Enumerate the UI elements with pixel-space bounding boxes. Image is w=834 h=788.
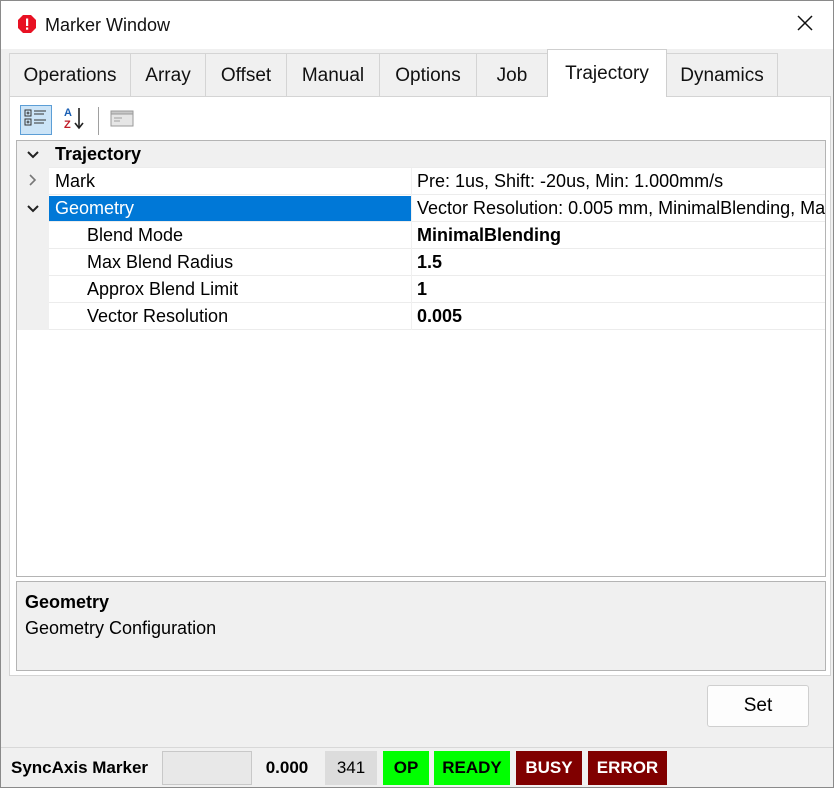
tab-strip: Operations Array Offset Manual Options J… (1, 49, 833, 97)
status-app-name: SyncAxis Marker (11, 758, 149, 777)
column-divider (411, 249, 412, 276)
property-value[interactable]: 1 (417, 276, 825, 303)
category-label: Trajectory (55, 144, 142, 164)
expand-toggle[interactable] (17, 168, 49, 195)
row-gutter (17, 303, 49, 330)
property-label: Geometry (55, 198, 135, 218)
chevron-down-icon (26, 198, 40, 219)
status-ready-badge: READY (434, 751, 510, 785)
property-value[interactable]: 0.005 (417, 303, 825, 330)
tab-operations[interactable]: Operations (9, 53, 131, 97)
trajectory-panel: A Z Trajectory Mark Pre: 1us, Shift: -20… (9, 96, 831, 676)
property-row-mark[interactable]: Mark Pre: 1us, Shift: -20us, Min: 1.000m… (17, 168, 825, 195)
row-gutter (17, 222, 49, 249)
property-row-max-blend-radius[interactable]: Max Blend Radius 1.5 (17, 249, 825, 276)
property-label: Vector Resolution (87, 306, 229, 326)
status-error-badge: ERROR (588, 751, 667, 785)
categorized-button[interactable] (20, 105, 52, 135)
property-label: Approx Blend Limit (87, 279, 239, 299)
categorized-view-icon (24, 108, 48, 133)
property-pages-icon (110, 108, 134, 133)
property-value[interactable]: MinimalBlending (417, 222, 825, 249)
row-gutter (17, 249, 49, 276)
title-bar: Marker Window (1, 1, 833, 49)
status-op-badge: OP (383, 751, 429, 785)
close-icon (796, 14, 814, 37)
tab-options[interactable]: Options (379, 53, 477, 97)
column-divider (411, 195, 412, 222)
column-divider (411, 303, 412, 330)
tab-offset[interactable]: Offset (205, 53, 287, 97)
tab-array[interactable]: Array (130, 53, 206, 97)
svg-text:Z: Z (64, 119, 71, 131)
tab-manual[interactable]: Manual (286, 53, 380, 97)
chevron-right-icon (28, 171, 38, 192)
chevron-down-icon (26, 144, 40, 165)
column-divider (411, 168, 412, 195)
property-row-approx-blend-limit[interactable]: Approx Blend Limit 1 (17, 276, 825, 303)
column-divider (411, 222, 412, 249)
close-button[interactable] (777, 1, 833, 49)
status-empty-field (162, 751, 252, 785)
row-gutter (17, 276, 49, 303)
error-shield-icon (17, 14, 37, 34)
sort-alphabetical-icon: A Z (61, 105, 87, 136)
status-count: 341 (325, 751, 377, 785)
description-title: Geometry (25, 592, 110, 612)
toolbar-separator (98, 107, 99, 135)
description-text: Geometry Configuration (25, 618, 217, 638)
property-grid-toolbar: A Z (16, 103, 824, 137)
property-value[interactable]: 1.5 (417, 249, 825, 276)
set-button[interactable]: Set (707, 685, 809, 727)
property-pages-button[interactable] (106, 105, 138, 135)
property-grid: Trajectory Mark Pre: 1us, Shift: -20us, … (16, 140, 826, 577)
status-value: 0.000 (265, 758, 309, 777)
svg-text:A: A (64, 107, 72, 119)
tab-job[interactable]: Job (476, 53, 548, 97)
property-label: Mark (55, 171, 95, 191)
marker-window: Marker Window Operations Array Offset Ma… (0, 0, 834, 788)
collapse-toggle[interactable] (17, 195, 49, 222)
property-row-geometry[interactable]: Geometry Vector Resolution: 0.005 mm, Mi… (17, 195, 825, 222)
description-pane: Geometry Geometry Configuration (16, 581, 826, 671)
property-label: Max Blend Radius (87, 252, 234, 272)
window-title: Marker Window (45, 15, 171, 35)
status-bar: SyncAxis Marker 0.000 341 OP READY BUSY … (1, 747, 833, 787)
column-divider (411, 276, 412, 303)
status-busy-badge: BUSY (516, 751, 582, 785)
category-row-trajectory[interactable]: Trajectory (17, 141, 825, 168)
property-row-vector-resolution[interactable]: Vector Resolution 0.005 (17, 303, 825, 330)
alphabetical-button[interactable]: A Z (58, 105, 90, 135)
collapse-toggle[interactable] (17, 141, 49, 168)
tab-trajectory[interactable]: Trajectory (547, 49, 667, 97)
property-value[interactable]: Pre: 1us, Shift: -20us, Min: 1.000mm/s (417, 168, 825, 195)
property-label: Blend Mode (87, 225, 184, 245)
tab-dynamics[interactable]: Dynamics (666, 53, 778, 97)
property-value[interactable]: Vector Resolution: 0.005 mm, MinimalBlen… (417, 195, 825, 222)
property-row-blend-mode[interactable]: Blend Mode MinimalBlending (17, 222, 825, 249)
